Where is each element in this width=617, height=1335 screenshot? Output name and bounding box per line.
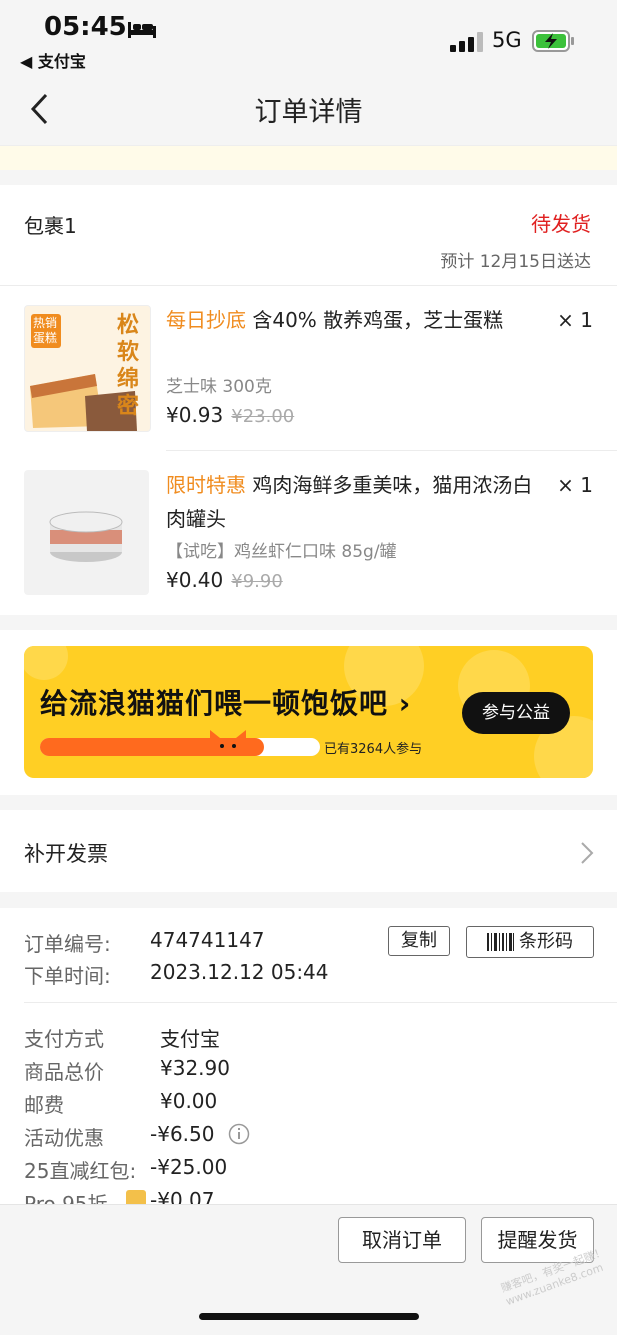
- product-qty: × 1: [557, 308, 593, 332]
- payment-label: 25直减红包:: [24, 1159, 137, 1183]
- info-icon[interactable]: [228, 1123, 250, 1145]
- payment-label: 商品总价: [24, 1060, 104, 1084]
- order-time: 2023.12.12 05:44: [150, 960, 329, 984]
- product-title: 含40% 散养鸡蛋，芝士蛋糕: [246, 308, 504, 332]
- barcode-label: 条形码: [519, 931, 573, 952]
- original-price: ¥9.90: [231, 571, 283, 592]
- product-price: ¥0.40: [166, 568, 224, 592]
- payment-label: 活动优惠: [24, 1126, 104, 1150]
- order-time-label: 下单时间:: [24, 964, 111, 988]
- product-name[interactable]: 限时特惠 鸡肉海鲜多重美味，猫用浓汤白肉罐头: [166, 468, 546, 536]
- product-qty: × 1: [557, 473, 593, 497]
- order-number: 474741147: [150, 928, 265, 952]
- divider: [166, 450, 617, 451]
- product-thumbnail[interactable]: 热销蛋糕 松软绵密: [24, 305, 151, 432]
- payment-value: ¥0.00: [160, 1089, 218, 1113]
- delivery-eta: 预计 12月15日送达: [440, 252, 591, 272]
- cat-face-icon: [210, 730, 246, 756]
- cat-can-image: [49, 511, 123, 562]
- product-thumbnail[interactable]: [24, 470, 149, 595]
- price-row: ¥0.93 ¥23.00: [166, 403, 294, 427]
- payment-value: -¥25.00: [150, 1155, 228, 1179]
- payment-label: 邮费: [24, 1093, 64, 1117]
- notice-strip: [0, 145, 617, 170]
- order-number-label: 订单编号:: [24, 932, 111, 956]
- status-badge: 待发货: [531, 212, 591, 236]
- invoice-label: 补开发票: [24, 842, 108, 866]
- back-to-app-link[interactable]: ◀ 支付宝: [20, 48, 86, 72]
- cancel-order-button[interactable]: 取消订单: [338, 1217, 466, 1263]
- promo-tag: 每日抄底: [166, 308, 246, 332]
- divider: [0, 285, 617, 286]
- network-type: 5G: [492, 28, 522, 52]
- thumb-badge: 热销蛋糕: [31, 314, 61, 348]
- status-time: 05:45: [44, 12, 127, 42]
- home-indicator[interactable]: [199, 1313, 419, 1320]
- payment-value: 支付宝: [160, 1027, 220, 1051]
- barcode-icon: [487, 933, 514, 951]
- product-name[interactable]: 每日抄底 含40% 散养鸡蛋，芝士蛋糕: [166, 303, 546, 337]
- barcode-button[interactable]: 条形码: [466, 926, 594, 958]
- promo-tag: 限时特惠: [166, 473, 246, 497]
- payment-label: 支付方式: [24, 1027, 104, 1051]
- price-row: ¥0.40 ¥9.90: [166, 568, 283, 592]
- divider: [24, 1002, 617, 1003]
- participant-count: 已有3264人参与: [324, 742, 423, 757]
- product-price: ¥0.93: [166, 403, 224, 427]
- charity-banner[interactable]: 给流浪猫猫们喂一顿饱饭吧 › 已有3264人参与 参与公益: [24, 646, 593, 778]
- bed-icon: [128, 22, 156, 38]
- original-price: ¥23.00: [231, 406, 295, 427]
- product-spec: 芝士味 300克: [166, 377, 272, 397]
- page-title: 订单详情: [254, 97, 363, 128]
- chevron-right-icon[interactable]: [578, 840, 596, 866]
- product-spec: 【试吃】鸡丝虾仁口味 85g/罐: [166, 542, 397, 562]
- banner-title: 给流浪猫猫们喂一顿饱饭吧 ›: [40, 687, 412, 720]
- copy-button[interactable]: 复制: [388, 926, 450, 956]
- battery-charging-icon: [532, 30, 574, 52]
- payment-value: -¥6.50: [150, 1122, 215, 1146]
- thumb-text: 松软绵密: [117, 313, 140, 419]
- package-title: 包裹1: [24, 214, 77, 238]
- join-charity-button[interactable]: 参与公益: [462, 692, 570, 734]
- signal-icon: [450, 32, 483, 52]
- payment-value: ¥32.90: [160, 1056, 230, 1080]
